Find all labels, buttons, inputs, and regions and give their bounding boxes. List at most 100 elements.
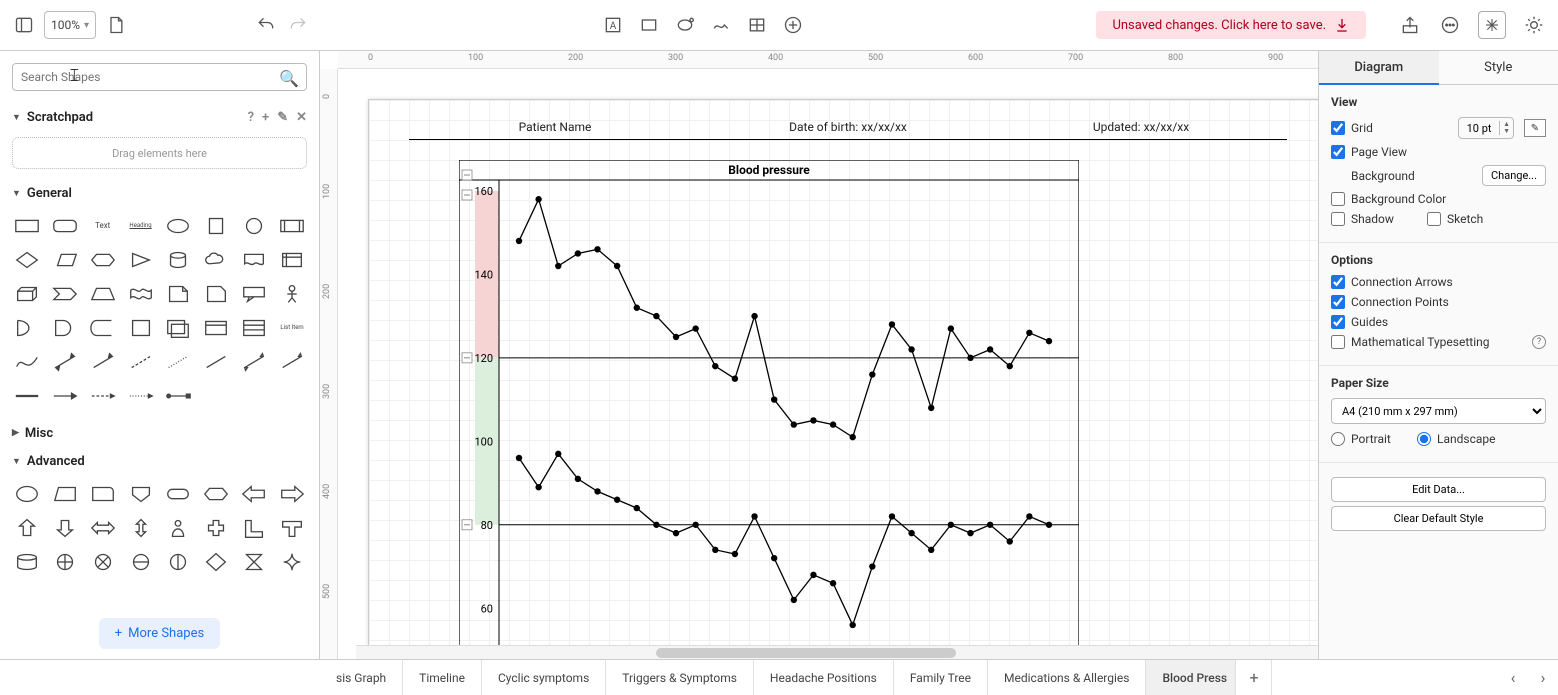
- portrait-radio[interactable]: [1331, 432, 1345, 446]
- close-icon[interactable]: ✕: [296, 110, 307, 125]
- tab-diagram[interactable]: Diagram: [1319, 51, 1439, 85]
- shape-line[interactable]: [199, 347, 233, 377]
- sheet-tab[interactable]: Blood Press: [1146, 660, 1236, 695]
- shape-arrow-up[interactable]: [10, 513, 44, 543]
- sheet-tab[interactable]: Cyclic symptoms: [482, 660, 606, 695]
- horizontal-scrollbar[interactable]: [356, 645, 1318, 659]
- shape-star4[interactable]: [275, 547, 309, 577]
- page[interactable]: Patient Name Date of birth: xx/xx/xx Upd…: [368, 99, 1318, 659]
- shape-thin-arrow[interactable]: [275, 347, 309, 377]
- shape-arrow-left[interactable]: [237, 479, 271, 509]
- shape-circle-plus[interactable]: [48, 547, 82, 577]
- pageview-checkbox[interactable]: [1331, 145, 1345, 159]
- shape-adv-tab[interactable]: [86, 479, 120, 509]
- shape-hourglass[interactable]: [237, 547, 271, 577]
- shape-connector1[interactable]: [10, 381, 44, 411]
- rightpanel-toggle-icon[interactable]: [1478, 11, 1506, 39]
- shape-arrow[interactable]: [86, 347, 120, 377]
- rectangle-tool-icon[interactable]: [637, 13, 661, 37]
- shape-step[interactable]: [48, 279, 82, 309]
- shape-actor[interactable]: [275, 279, 309, 309]
- shape-curve[interactable]: [10, 347, 44, 377]
- zoom-select[interactable]: 100%▾: [44, 11, 96, 39]
- sheet-tab[interactable]: Family Tree: [894, 660, 988, 695]
- shape-triangle[interactable]: [124, 245, 158, 275]
- help-icon[interactable]: ?: [248, 110, 254, 125]
- edit-data-button[interactable]: Edit Data...: [1331, 477, 1546, 502]
- sheet-tab[interactable]: Headache Positions: [754, 660, 894, 695]
- add-tool-icon[interactable]: [781, 13, 805, 37]
- redo-icon[interactable]: [286, 13, 310, 37]
- shape-connector5[interactable]: [162, 381, 196, 411]
- shape-arrow-down[interactable]: [48, 513, 82, 543]
- conn-arrows-checkbox[interactable]: [1331, 275, 1345, 289]
- shape-cube[interactable]: [10, 279, 44, 309]
- share-icon[interactable]: [1398, 13, 1422, 37]
- bgcolor-checkbox[interactable]: [1331, 192, 1345, 206]
- table-tool-icon[interactable]: [745, 13, 769, 37]
- shape-heading[interactable]: Heading: [124, 211, 158, 241]
- shape-hexagon[interactable]: [86, 245, 120, 275]
- scratchpad-dropzone[interactable]: Drag elements here: [12, 137, 307, 169]
- shape-bidir-thin[interactable]: [237, 347, 271, 377]
- shape-or[interactable]: [10, 313, 44, 343]
- shape-square[interactable]: [199, 211, 233, 241]
- ellipse-tool-icon[interactable]: [673, 13, 697, 37]
- shape-adv-hex[interactable]: [199, 479, 233, 509]
- blood-pressure-chart[interactable]: Blood pressure6080100120140160: [459, 160, 1079, 659]
- shape-circle-minus[interactable]: [124, 547, 158, 577]
- advanced-header[interactable]: ▼ Advanced: [0, 447, 319, 475]
- shape-arrow-lr[interactable]: [86, 513, 120, 543]
- shape-list-item[interactable]: List Item: [275, 313, 309, 343]
- shape-bidir-arrow[interactable]: [48, 347, 82, 377]
- shape-adv-ellipse[interactable]: [10, 479, 44, 509]
- shape-parallelogram[interactable]: [48, 245, 82, 275]
- new-page-icon[interactable]: [104, 13, 128, 37]
- shape-list[interactable]: [237, 313, 271, 343]
- grid-size-value[interactable]: [1459, 122, 1499, 135]
- sheet-tab[interactable]: Medications & Allergies: [988, 660, 1146, 695]
- more-shapes-button[interactable]: +More Shapes: [99, 618, 220, 649]
- sketch-checkbox[interactable]: [1427, 212, 1441, 226]
- shape-diamond2[interactable]: [199, 547, 233, 577]
- shape-double-rect[interactable]: [162, 313, 196, 343]
- shape-tee[interactable]: [275, 513, 309, 543]
- add-sheet-button[interactable]: +: [1236, 660, 1272, 695]
- guides-checkbox[interactable]: [1331, 315, 1345, 329]
- shape-circle-x[interactable]: [86, 547, 120, 577]
- general-header[interactable]: ▼ General: [0, 179, 319, 207]
- text-tool-icon[interactable]: A: [601, 13, 625, 37]
- shape-card[interactable]: [199, 279, 233, 309]
- sheet-tab[interactable]: Timeline: [403, 660, 482, 695]
- shape-cylinder[interactable]: [162, 245, 196, 275]
- more-icon[interactable]: [1438, 13, 1462, 37]
- shape-trapezoid[interactable]: [86, 279, 120, 309]
- shape-dotted-line[interactable]: [162, 347, 196, 377]
- search-input[interactable]: [12, 63, 307, 91]
- misc-header[interactable]: ▶ Misc: [0, 419, 319, 447]
- shape-cloud[interactable]: [199, 245, 233, 275]
- grid-checkbox[interactable]: [1331, 121, 1345, 135]
- canvas[interactable]: Patient Name Date of birth: xx/xx/xx Upd…: [338, 69, 1318, 659]
- shape-circle-bar[interactable]: [162, 547, 196, 577]
- scratchpad-header[interactable]: ▼ Scratchpad ? + ✎ ✕: [0, 103, 319, 131]
- shape-adv-wedge[interactable]: [48, 479, 82, 509]
- change-background-button[interactable]: Change...: [1482, 165, 1546, 186]
- shape-drum[interactable]: [10, 547, 44, 577]
- shape-corner[interactable]: [237, 513, 271, 543]
- shape-circle[interactable]: [237, 211, 271, 241]
- sheet-next-button[interactable]: ›: [1528, 660, 1558, 695]
- shadow-checkbox[interactable]: [1331, 212, 1345, 226]
- shape-adv-terminator[interactable]: [162, 479, 196, 509]
- shape-dashed-line[interactable]: [124, 347, 158, 377]
- shape-connector3[interactable]: [86, 381, 120, 411]
- shape-arrow-ud[interactable]: [124, 513, 158, 543]
- conn-points-checkbox[interactable]: [1331, 295, 1345, 309]
- clear-style-button[interactable]: Clear Default Style: [1331, 506, 1546, 531]
- sidebar-toggle-icon[interactable]: [12, 13, 36, 37]
- shape-container[interactable]: [124, 313, 158, 343]
- help-icon[interactable]: ?: [1532, 335, 1546, 349]
- shape-tape[interactable]: [124, 279, 158, 309]
- shape-cross[interactable]: [199, 513, 233, 543]
- tab-style[interactable]: Style: [1439, 51, 1558, 85]
